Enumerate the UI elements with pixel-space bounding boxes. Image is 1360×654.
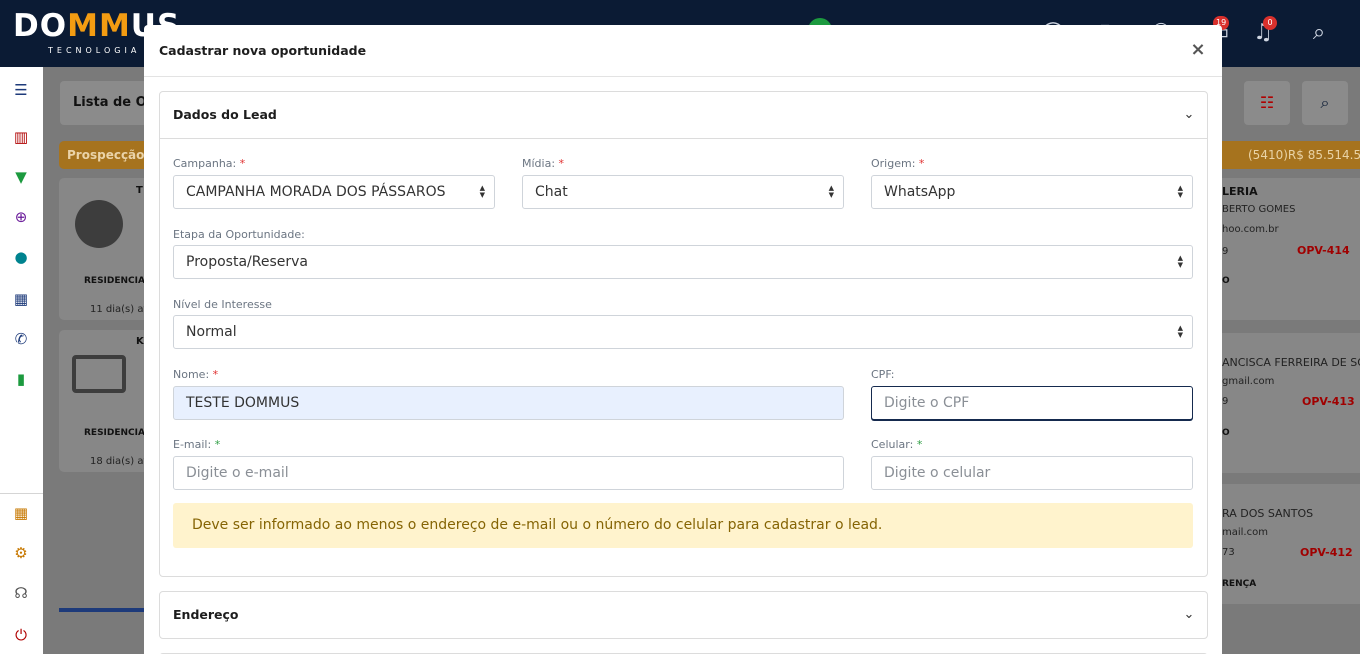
address-section-header[interactable]: Endereço ⌄ [160, 592, 1207, 639]
name-input[interactable]: TESTE DOMMUS [173, 386, 844, 420]
building-icon[interactable]: ▮ [11, 369, 31, 389]
media-value: Chat [535, 184, 568, 200]
bg-card-time: 11 dia(s) at [90, 304, 148, 315]
interest-label: Nível de Interesse [173, 298, 272, 311]
bg-card-line: gmail.com [1222, 376, 1275, 387]
interest-select[interactable]: Normal ▲ ▼ [173, 315, 1193, 349]
contact-warning-alert: Deve ser informado ao menos o endereço d… [173, 503, 1193, 548]
funnel-icon[interactable]: ▼ [11, 167, 31, 187]
media-select[interactable]: Chat ▲ ▼ [522, 175, 844, 209]
bg-progress-bar [59, 608, 147, 612]
phone-input[interactable] [871, 456, 1193, 490]
origin-value: WhatsApp [884, 184, 956, 200]
bg-card-line: mail.com [1222, 527, 1268, 538]
headset-icon[interactable]: ☊ [11, 583, 31, 603]
bg-lead-card[interactable] [59, 178, 149, 320]
grid-icon[interactable]: ▦ [11, 503, 31, 523]
modal-title: Cadastrar nova oportunidade [159, 43, 367, 58]
bg-card-line: BERTO GOMES [1222, 204, 1296, 215]
logo-subtitle: TECNOLOGIA [48, 46, 141, 55]
laptop-icon [72, 355, 126, 393]
bg-card-time: 18 dia(s) at [90, 456, 148, 467]
search-icon[interactable]: ⌕ [1306, 20, 1332, 46]
phone-icon[interactable]: ✆ [11, 329, 31, 349]
bell-badge: 0 [1263, 16, 1277, 30]
chat-icon[interactable]: ● [11, 247, 31, 267]
bg-card-footer: O [1222, 276, 1230, 286]
bg-card-code: OPV-412 [1300, 546, 1353, 559]
campaign-select[interactable]: CAMPANHA MORADA DOS PÁSSAROS ▲ ▼ [173, 175, 495, 209]
media-label: Mídia: * [522, 157, 565, 170]
bg-card-code: OPV-413 [1302, 395, 1355, 408]
gear-icon[interactable]: ⚙ [11, 543, 31, 563]
name-value: TESTE DOMMUS [186, 395, 300, 411]
stage-header-right: (5410)R$ 85.514.5 [1222, 141, 1360, 169]
bg-card-footer: RENÇA [1222, 579, 1257, 589]
lead-data-section: Dados do Lead ⌄ Campanha: * CAMPANHA MOR… [159, 91, 1208, 577]
bg-card-line: 9 [1222, 396, 1229, 407]
stage-select[interactable]: Proposta/Reserva ▲ ▼ [173, 245, 1193, 279]
stage-value: Proposta/Reserva [186, 254, 308, 270]
select-arrows-icon: ▲ ▼ [479, 183, 485, 199]
bg-card-initial: K [136, 336, 144, 347]
bg-card-line: hoo.com.br [1222, 224, 1279, 235]
sidebar-divider [0, 493, 43, 494]
email-label: E-mail: * [173, 438, 221, 451]
campaign-value: CAMPANHA MORADA DOS PÁSSAROS [186, 184, 446, 200]
select-arrows-icon: ▲ ▼ [1177, 323, 1183, 339]
chevron-down-icon[interactable]: ⌄ [1181, 106, 1197, 124]
bg-card-line: LERIA [1222, 185, 1258, 198]
calendar-icon[interactable]: ▦ [11, 289, 31, 309]
checklist-icon[interactable]: ☷ [1244, 81, 1290, 125]
bg-card-footer: O [1222, 428, 1230, 438]
bg-card-line: 73 [1222, 547, 1235, 558]
bg-card-initial: T [136, 185, 143, 196]
bg-card-line: ANCISCA FERREIRA DE SO [1222, 356, 1360, 369]
select-arrows-icon: ▲ ▼ [1177, 183, 1183, 199]
close-icon[interactable]: × [1188, 38, 1208, 62]
campaign-label: Campanha: * [173, 157, 246, 170]
chart-icon[interactable]: ▥ [11, 127, 31, 147]
bg-lead-card[interactable] [59, 330, 149, 472]
bg-card-tag: RESIDENCIAL [84, 276, 151, 286]
bg-card-tag: RESIDENCIAL [84, 428, 151, 438]
bg-card-code: OPV-414 [1297, 244, 1350, 257]
origin-select[interactable]: WhatsApp ▲ ▼ [871, 175, 1193, 209]
section-title: Dados do Lead [173, 107, 277, 122]
cpf-label: CPF: [871, 368, 895, 381]
sidebar: ☰ ▥ ▼ ⊕ ● ▦ ✆ ▮ ▦ ⚙ ☊ ⏻ [0, 67, 43, 654]
globe-icon [75, 200, 123, 248]
chevron-down-icon[interactable]: ⌄ [1181, 606, 1197, 624]
menu-icon[interactable]: ☰ [11, 80, 31, 100]
address-section: Endereço ⌄ [159, 591, 1208, 639]
email-input[interactable] [173, 456, 844, 490]
select-arrows-icon: ▲ ▼ [1177, 253, 1183, 269]
modal-header: Cadastrar nova oportunidade × [144, 25, 1222, 77]
cpf-input[interactable] [871, 386, 1193, 420]
new-opportunity-modal: Cadastrar nova oportunidade × Dados do L… [144, 25, 1222, 654]
origin-label: Origem: * [871, 157, 925, 170]
phone-label: Celular: * [871, 438, 923, 451]
stage-header-left: Prospecção [59, 141, 149, 169]
bg-card-line: 9 [1222, 246, 1229, 257]
bg-search-icon[interactable]: ⌕ [1302, 81, 1348, 125]
interest-value: Normal [186, 324, 237, 340]
select-arrows-icon: ▲ ▼ [828, 183, 834, 199]
add-circle-icon[interactable]: ⊕ [11, 207, 31, 227]
power-icon[interactable]: ⏻ [11, 625, 31, 645]
bg-card-line: RA DOS SANTOS [1222, 507, 1314, 520]
section-title: Endereço [173, 607, 239, 622]
stage-label: Etapa da Oportunidade: [173, 228, 305, 241]
lead-data-section-header[interactable]: Dados do Lead ⌄ [160, 92, 1207, 139]
name-label: Nome: * [173, 368, 219, 381]
